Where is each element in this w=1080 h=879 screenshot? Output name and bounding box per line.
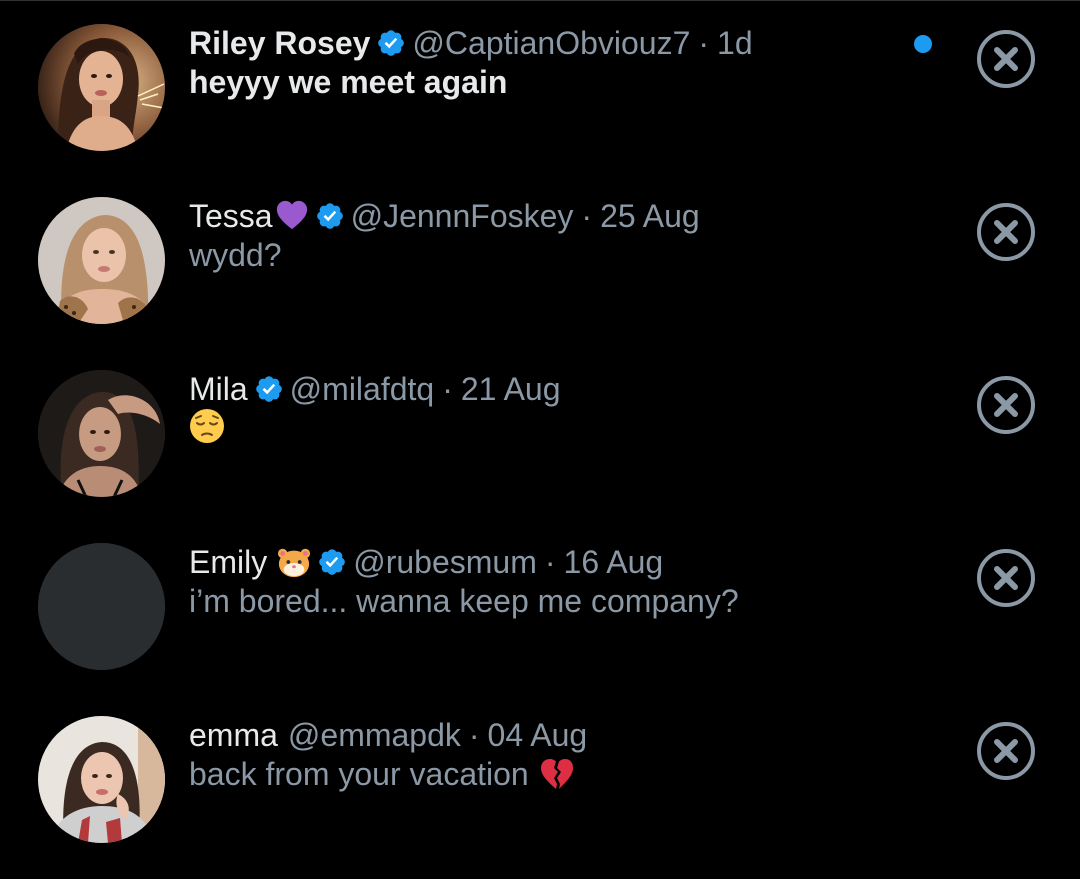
display-name[interactable]: Riley Rosey — [189, 24, 370, 62]
display-name[interactable]: emma — [189, 716, 278, 754]
message-content: Riley Rosey @CaptianObviouz7 · 1d heyyy … — [189, 24, 909, 102]
dismiss-button[interactable] — [975, 547, 1037, 609]
message-content: Mila @milafdtq · 21 Aug — [189, 370, 909, 444]
close-circle-icon — [977, 30, 1035, 88]
profile-photo-icon — [38, 716, 165, 843]
sender-line: Riley Rosey @CaptianObviouz7 · 1d — [189, 24, 909, 62]
separator: · — [581, 198, 593, 234]
handle: @JennnFoskey — [350, 198, 574, 234]
avatar[interactable] — [38, 716, 165, 843]
message-preview: wydd? — [189, 235, 909, 275]
list-item[interactable]: Emily @rubesmum · 16 Aug i’m bored... wa… — [0, 519, 1080, 692]
message-content: emma @emmapdk · 04 Aug back from your va… — [189, 716, 909, 794]
close-circle-icon — [977, 203, 1035, 261]
profile-photo-icon — [38, 24, 165, 151]
avatar[interactable] — [38, 543, 165, 670]
verified-badge-icon — [316, 203, 343, 229]
timestamp: 25 Aug — [600, 198, 700, 234]
display-name[interactable]: Emily — [189, 543, 267, 581]
list-item[interactable]: Riley Rosey @CaptianObviouz7 · 1d heyyy … — [0, 0, 1080, 173]
dismiss-button[interactable] — [975, 720, 1037, 782]
handle: @emmapdk — [287, 717, 461, 753]
display-name[interactable]: Tessa — [189, 197, 273, 235]
handle: @rubesmum — [353, 544, 537, 580]
sender-line: Mila @milafdtq · 21 Aug — [189, 370, 909, 408]
message-preview: i’m bored... wanna keep me company? — [189, 581, 909, 621]
message-preview-text: back from your vacation — [189, 756, 529, 792]
avatar[interactable] — [38, 24, 165, 151]
separator: · — [544, 544, 556, 580]
message-preview-text: wydd? — [189, 237, 282, 273]
list-item[interactable]: Tessa @JennnFoskey · 25 Aug wydd? — [0, 173, 1080, 346]
profile-photo-icon — [38, 370, 165, 497]
message-preview — [189, 408, 909, 444]
timestamp: 1d — [717, 25, 753, 61]
separator: · — [442, 371, 453, 407]
dismiss-button[interactable] — [975, 28, 1037, 90]
broken-heart-emoji-icon — [540, 759, 573, 789]
timestamp: 16 Aug — [563, 544, 664, 580]
dismiss-button[interactable] — [975, 201, 1037, 263]
sender-line: emma @emmapdk · 04 Aug — [189, 716, 909, 754]
sender-line: Tessa @JennnFoskey · 25 Aug — [189, 197, 909, 235]
verified-badge-icon — [319, 549, 346, 575]
close-circle-icon — [977, 376, 1035, 434]
message-preview: heyyy we meet again — [189, 62, 909, 102]
unread-indicator — [914, 35, 932, 53]
close-circle-icon — [977, 549, 1035, 607]
message-preview: back from your vacation — [189, 754, 909, 794]
pensive-face-emoji-icon — [190, 409, 224, 443]
verified-badge-icon — [378, 30, 405, 56]
separator: · — [468, 717, 480, 753]
timestamp: 21 Aug — [460, 371, 561, 407]
hamster-emoji-icon — [278, 548, 311, 578]
sender-line: Emily @rubesmum · 16 Aug — [189, 543, 909, 581]
list-item[interactable]: Mila @milafdtq · 21 Aug — [0, 346, 1080, 519]
message-preview-text: heyyy we meet again — [189, 64, 508, 100]
handle: @milafdtq — [289, 371, 435, 407]
profile-photo-icon — [38, 197, 165, 324]
dismiss-button[interactable] — [975, 374, 1037, 436]
separator: · — [698, 25, 710, 61]
close-circle-icon — [977, 722, 1035, 780]
empty-avatar-icon — [38, 543, 165, 670]
verified-badge-icon — [255, 376, 282, 402]
purple-heart-emoji-icon — [276, 200, 307, 230]
message-content: Tessa @JennnFoskey · 25 Aug wydd? — [189, 197, 909, 275]
list-item[interactable]: emma @emmapdk · 04 Aug back from your va… — [0, 692, 1080, 865]
avatar[interactable] — [38, 197, 165, 324]
timestamp: 04 Aug — [487, 717, 588, 753]
display-name[interactable]: Mila — [189, 370, 248, 408]
avatar[interactable] — [38, 370, 165, 497]
message-content: Emily @rubesmum · 16 Aug i’m bored... wa… — [189, 543, 909, 621]
handle: @CaptianObviouz7 — [412, 25, 691, 61]
message-preview-text: i’m bored... wanna keep me company? — [189, 583, 739, 619]
